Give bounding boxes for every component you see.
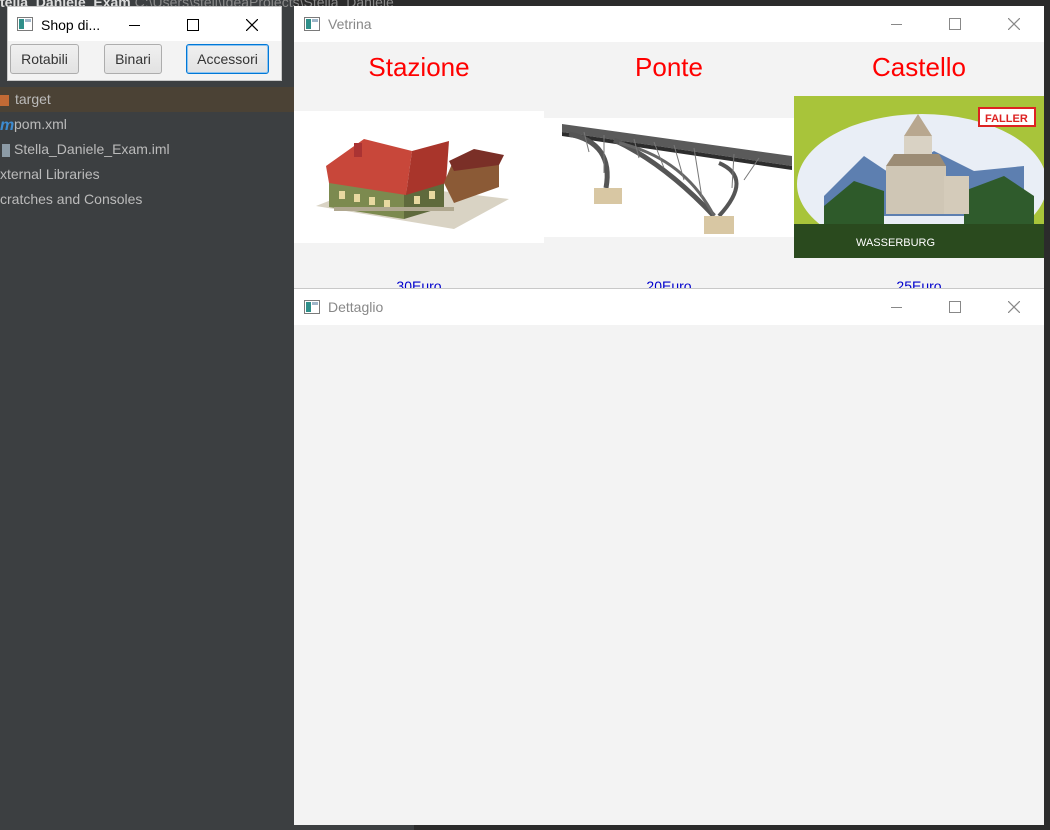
tree-item-label: cratches and Consoles — [0, 191, 143, 207]
vetrina-window: Vetrina Stazione Ponte Castello FALLER W… — [294, 6, 1044, 294]
product-name-castello: Castello — [872, 52, 966, 82]
close-button[interactable] — [991, 289, 1037, 325]
maximize-button[interactable] — [170, 7, 216, 41]
product-name-ponte: Ponte — [635, 52, 703, 82]
tree-item-scratches[interactable]: cratches and Consoles — [0, 187, 294, 212]
tree-item-target[interactable]: target — [0, 87, 294, 112]
faller-logo: FALLER — [985, 113, 1028, 125]
iml-file-icon — [2, 143, 10, 157]
close-button[interactable] — [991, 6, 1037, 42]
box-label: WASSERBURG — [856, 237, 935, 249]
product-image-ponte[interactable] — [544, 118, 794, 237]
tree-item-pom[interactable]: mpom.xml — [0, 112, 294, 137]
folder-icon — [0, 94, 9, 106]
app-icon — [304, 17, 320, 31]
product-image-castello[interactable]: FALLER WASSERBURG — [794, 96, 1044, 258]
shop-titlebar[interactable]: Shop di... — [8, 7, 281, 41]
close-icon — [1008, 18, 1020, 30]
train-station-model-image — [316, 139, 509, 229]
close-button[interactable] — [229, 7, 275, 41]
dettaglio-titlebar[interactable]: Dettaglio — [294, 289, 1044, 325]
app-icon — [304, 300, 320, 314]
tree-item-label: xternal Libraries — [0, 166, 100, 182]
maven-icon: m — [0, 116, 15, 134]
close-icon — [246, 19, 258, 31]
vetrina-titlebar[interactable]: Vetrina — [294, 6, 1044, 42]
close-icon — [1008, 301, 1020, 313]
app-icon — [17, 17, 33, 31]
product-name-stazione: Stazione — [368, 52, 470, 82]
tree-item-iml[interactable]: Stella_Daniele_Exam.iml — [0, 137, 294, 162]
dettaglio-title: Dettaglio — [328, 299, 384, 315]
maximize-button[interactable] — [932, 289, 978, 325]
product-image-stazione[interactable] — [294, 111, 544, 243]
minimize-button[interactable] — [874, 6, 920, 42]
minimize-button[interactable] — [874, 289, 920, 325]
tree-item-label: target — [15, 91, 51, 107]
minimize-button[interactable] — [112, 7, 158, 41]
vetrina-title: Vetrina — [328, 16, 372, 32]
binari-button[interactable]: Binari — [104, 44, 162, 74]
bridge-model-image — [562, 124, 792, 234]
shop-title: Shop di... — [41, 17, 101, 33]
tree-item-external-libraries[interactable]: xternal Libraries — [0, 162, 294, 187]
accessori-button[interactable]: Accessori — [186, 44, 269, 74]
maximize-button[interactable] — [932, 6, 978, 42]
shop-window: Shop di... Rotabili Binari Accessori — [7, 6, 282, 81]
dettaglio-window: Dettaglio — [294, 288, 1044, 825]
tree-item-label: Stella_Daniele_Exam.iml — [14, 141, 170, 157]
rotabili-button[interactable]: Rotabili — [10, 44, 79, 74]
tree-item-label: pom.xml — [14, 116, 67, 132]
castle-model-box-image: FALLER WASSERBURG — [794, 96, 1044, 258]
dettaglio-content — [294, 325, 1044, 825]
